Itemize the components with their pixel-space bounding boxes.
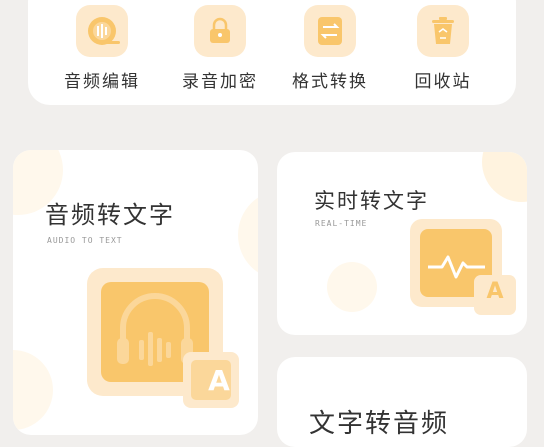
tool-format-convert[interactable]: 格式转换 [275, 5, 385, 92]
headphones-icon: A [87, 268, 247, 422]
tool-audio-edit[interactable]: 音频编辑 [47, 5, 157, 92]
trash-icon [417, 5, 469, 57]
tool-label: 格式转换 [292, 72, 368, 92]
audio-edit-icon [76, 5, 128, 57]
decor-circle [482, 152, 527, 202]
letter-badge: A [486, 279, 504, 304]
waveform-icon: A [410, 219, 520, 321]
card-text-to-audio[interactable]: 文字转音频 [277, 357, 527, 447]
decor-circle [13, 350, 53, 430]
convert-icon [304, 5, 356, 57]
decor-circle [327, 262, 377, 312]
card-subtitle: REAL-TIME [315, 219, 368, 228]
tool-recycle-bin[interactable]: 回收站 [388, 5, 498, 92]
decor-circle [238, 190, 258, 280]
tools-panel: 音频编辑 录音加密 格式转换 回收站 [28, 0, 516, 105]
tool-label: 音频编辑 [64, 72, 140, 92]
lock-icon [194, 5, 246, 57]
card-audio-to-text[interactable]: 音频转文字 AUDIO TO TEXT A [13, 150, 258, 435]
card-title: 音频转文字 [45, 201, 175, 229]
tool-label: 录音加密 [182, 72, 258, 92]
tool-record-encrypt[interactable]: 录音加密 [165, 5, 275, 92]
tool-label: 回收站 [414, 72, 472, 92]
letter-badge: A [208, 364, 230, 397]
card-title: 文字转音频 [309, 409, 450, 439]
card-title: 实时转文字 [314, 189, 429, 213]
card-realtime-to-text[interactable]: 实时转文字 REAL-TIME A [277, 152, 527, 335]
card-subtitle: AUDIO TO TEXT [47, 236, 123, 245]
